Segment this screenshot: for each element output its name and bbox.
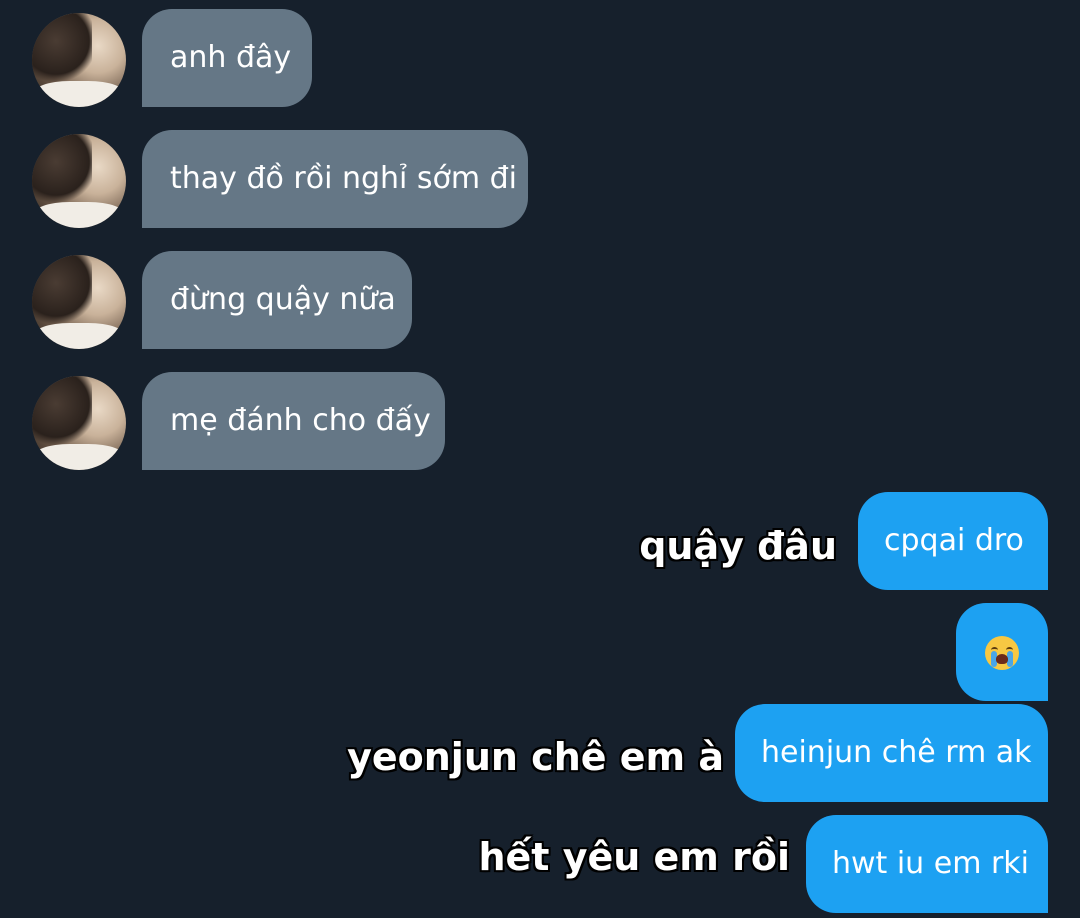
- avatar[interactable]: [32, 134, 126, 228]
- caption-overlay: quậy đâu: [639, 524, 837, 568]
- outgoing-message-bubble[interactable]: hwt iu em rki: [806, 815, 1048, 913]
- avatar[interactable]: [32, 13, 126, 107]
- outgoing-message-bubble[interactable]: cpqai dro: [858, 492, 1048, 590]
- incoming-message-bubble[interactable]: đừng quậy nữa: [142, 251, 412, 349]
- outgoing-message-bubble[interactable]: heinjun chê rm ak: [735, 704, 1048, 802]
- caption-overlay: yeonjun chê em à: [347, 735, 724, 779]
- loudly-crying-face-emoji: [985, 635, 1019, 670]
- incoming-message-bubble[interactable]: mẹ đánh cho đấy: [142, 372, 445, 470]
- incoming-message-bubble[interactable]: anh đây: [142, 9, 312, 107]
- caption-overlay: hết yêu em rồi: [478, 835, 790, 879]
- incoming-message-bubble[interactable]: thay đồ rồi nghỉ sớm đi: [142, 130, 528, 228]
- avatar[interactable]: [32, 255, 126, 349]
- outgoing-message-bubble[interactable]: [956, 603, 1048, 701]
- avatar[interactable]: [32, 376, 126, 470]
